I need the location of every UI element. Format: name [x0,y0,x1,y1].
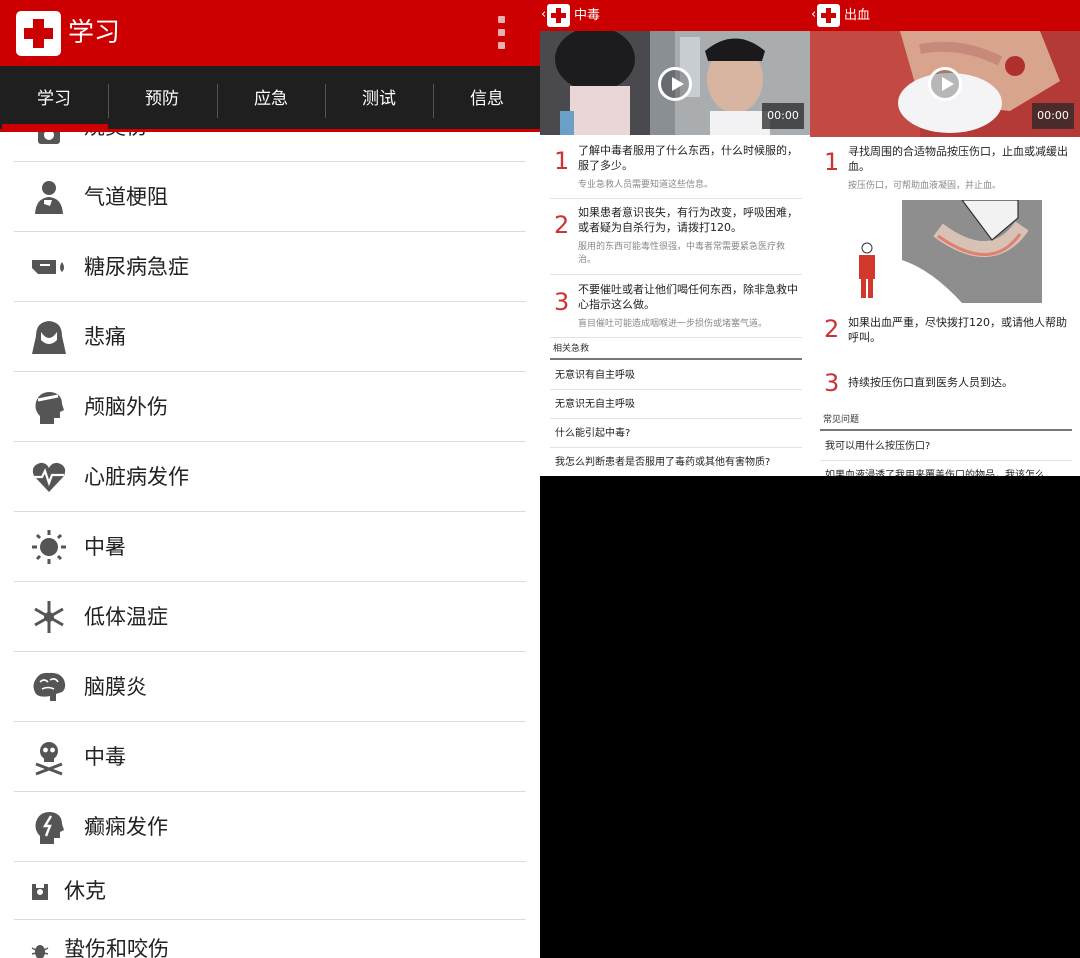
red-cross-logo-icon [16,11,61,56]
step-number: 3 [554,288,570,316]
step-text: 寻找周围的合适物品按压伤口，止血或减缓出血。 [848,145,1068,173]
choking-icon [35,181,63,214]
tab-bar: 学习 预防 应急 测试 信息 [0,66,540,132]
step-number: 3 [824,369,840,397]
tab-learn[interactable]: 学习 [0,66,108,129]
step-number: 1 [824,148,840,176]
list-item-seizure[interactable]: 癫痫发作 [14,792,526,862]
step-text: 如果患者意识丧失，有行为改变，呼吸困难，或者疑为自杀行为，请拨打120。 [578,206,798,234]
step-number: 1 [554,147,570,175]
list-item-burns[interactable]: 烧烫伤 [14,132,526,162]
list-item-label: 中暑 [84,535,126,559]
diabetes-icon [32,260,64,274]
related-link[interactable]: 无意识无自主呼吸 [550,390,802,419]
topic-list[interactable]: 烧烫伤 气道梗阻 糖尿病急症 悲痛 颅脑外伤 [0,132,540,958]
list-item-shock[interactable]: 休克 [14,862,526,920]
head-injury-icon [35,392,64,424]
shock-icon [32,884,48,900]
app-bar: 学习 [0,0,540,66]
detail-title: 出血 [844,8,871,23]
faq-link[interactable]: 我可以用什么按压伤口? [820,432,1072,461]
step-item: 3 不要催吐或者让他们喝任何东西，除非急救中心指示这么做。 盲目催吐可能造成咽喉… [550,276,802,338]
list-item-diabetes[interactable]: 糖尿病急症 [14,232,526,302]
app-title: 学习 [68,18,121,48]
bug-icon [31,945,49,958]
related-link[interactable]: 什么能引起中毒? [550,419,802,448]
tab-prevent[interactable]: 预防 [108,66,216,129]
list-item-heatstroke[interactable]: 中暑 [14,512,526,582]
bleeding-detail-screen: ‹ 出血 00:00 1 寻找周围的合适物品按压伤口，止血或减缓出血。 按压伤口… [810,0,1080,476]
step-item: 3 持续按压伤口直到医务人员到达。 [820,365,1072,413]
list-item-poisoning[interactable]: 中毒 [14,722,526,792]
poisoning-detail-screen: ‹ 中毒 00:00 1 了解中毒者服用了什么东西，什么时候服的，服了多少。 专… [540,0,810,476]
step-text: 如果出血严重，尽快拨打120，或请他人帮助呼叫。 [848,316,1067,344]
step-note: 服用的东西可能毒性很强，中毒者常需要紧急医疗救治。 [578,242,786,265]
video-time: 00:00 [1032,103,1074,129]
step-text: 不要催吐或者让他们喝任何东西，除非急救中心指示这么做。 [578,283,798,311]
step-number: 2 [824,315,840,343]
list-item-label: 中毒 [84,745,126,769]
step-note: 盲目催吐可能造成咽喉进一步损伤或堵塞气道。 [578,319,768,329]
heart-attack-icon [32,462,66,492]
step-item: 1 寻找周围的合适物品按压伤口，止血或减缓出血。 按压伤口，可帮助血液凝固，并止… [820,138,1072,200]
list-item-label: 气道梗阻 [84,185,168,209]
back-arrow-icon[interactable]: ‹ [541,7,546,23]
video-time: 00:00 [762,103,804,129]
topic-list-screen: 学习 学习 预防 应急 测试 信息 烧烫伤 气道梗阻 [0,0,540,958]
detail-app-bar: ‹ 出血 [810,0,1080,31]
play-button-icon[interactable] [658,67,692,101]
list-item-label: 悲痛 [84,325,126,349]
faq-link[interactable]: 如果血液浸透了我用来覆盖伤口的物品，我该怎么 [820,461,1072,476]
list-item-label: 低体温症 [84,605,168,629]
list-item-label: 休克 [64,879,106,903]
sun-icon [32,530,66,564]
pressure-illustration [842,200,1048,303]
snowflake-icon [34,601,64,633]
list-item-label: 脑膜炎 [84,675,147,699]
seizure-icon [35,812,64,844]
related-section-header: 相关急救 [550,340,802,360]
step-text: 持续按压伤口直到医务人员到达。 [848,376,1013,389]
active-tab-indicator [2,124,108,129]
grief-icon [32,321,66,354]
related-link[interactable]: 无意识有自主呼吸 [550,361,802,390]
list-item-label: 蛰伤和咬伤 [64,937,169,958]
list-item-heart-attack[interactable]: 心脏病发作 [14,442,526,512]
list-item-label: 癫痫发作 [84,815,168,839]
list-item-label: 心脏病发作 [84,465,189,489]
brain-icon [33,672,66,701]
tab-emergency[interactable]: 应急 [217,66,325,129]
red-cross-logo-icon [547,4,570,27]
detail-app-bar: ‹ 中毒 [540,0,810,31]
related-link[interactable]: 我怎么判断患者是否服用了毒药或其他有害物质? [550,448,802,476]
step-text: 了解中毒者服用了什么东西，什么时候服的，服了多少。 [578,144,798,172]
tab-test[interactable]: 测试 [325,66,433,129]
play-button-icon[interactable] [928,67,962,101]
faq-section-header: 常见问题 [820,411,1072,431]
list-item-label: 颅脑外伤 [84,395,168,419]
step-note: 专业急救人员需要知道这些信息。 [578,180,714,190]
step-item: 1 了解中毒者服用了什么东西，什么时候服的，服了多少。 专业急救人员需要知道这些… [550,137,802,199]
tab-info[interactable]: 信息 [433,66,540,129]
step-item: 2 如果患者意识丧失，有行为改变，呼吸困难，或者疑为自杀行为，请拨打120。 服… [550,199,802,275]
list-item-head-injury[interactable]: 颅脑外伤 [14,372,526,442]
step-note: 按压伤口，可帮助血液凝固，并止血。 [848,181,1002,191]
skull-crossbones-icon [35,742,63,776]
list-item-choking[interactable]: 气道梗阻 [14,162,526,232]
back-arrow-icon[interactable]: ‹ [811,7,816,23]
overflow-menu-icon[interactable] [496,16,508,52]
list-item-meningitis[interactable]: 脑膜炎 [14,652,526,722]
video-player[interactable]: 00:00 [540,31,810,135]
list-item-hypothermia[interactable]: 低体温症 [14,582,526,652]
detail-title: 中毒 [574,8,601,23]
list-item-grief[interactable]: 悲痛 [14,302,526,372]
burn-icon [38,132,60,144]
red-cross-logo-icon [817,4,840,27]
list-item-label: 糖尿病急症 [84,255,189,279]
list-item-label: 烧烫伤 [84,132,147,144]
list-item-stings-bites[interactable]: 蛰伤和咬伤 [14,920,526,958]
step-item: 2 如果出血严重，尽快拨打120，或请他人帮助呼叫。 [820,303,1072,365]
step-number: 2 [554,211,570,239]
video-player[interactable]: 00:00 [810,31,1080,137]
